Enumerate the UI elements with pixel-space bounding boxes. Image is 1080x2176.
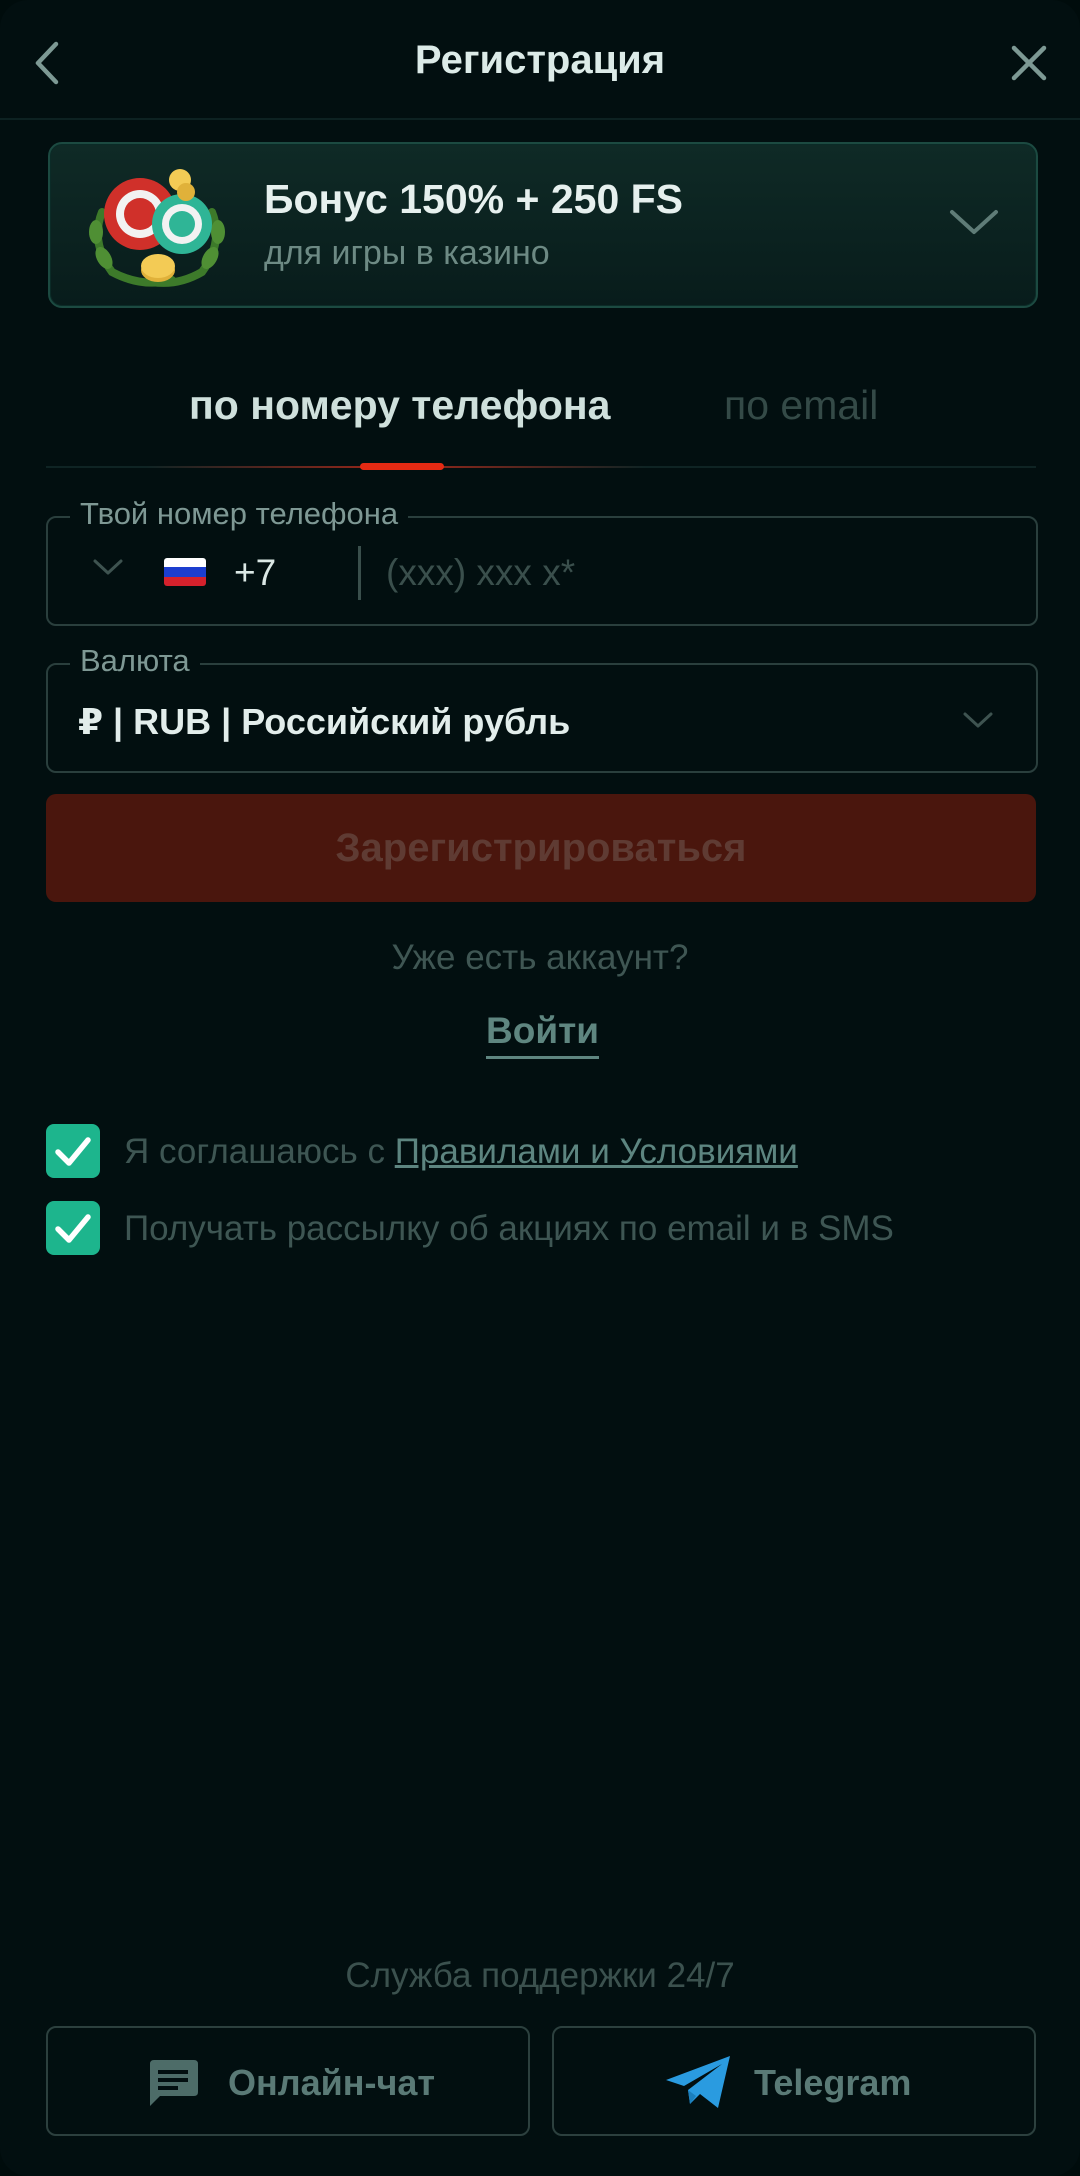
telegram-label: Telegram — [754, 2062, 912, 2103]
russia-flag-icon[interactable] — [164, 558, 206, 586]
chevron-down-icon[interactable] — [962, 709, 994, 731]
chevron-down-icon[interactable] — [92, 556, 124, 578]
page-title: Регистрация — [414, 38, 666, 82]
bonus-title: Бонус 150% + 250 FS — [264, 176, 684, 222]
currency-select[interactable]: Валюта ₽ | RUB | Российский рубль — [46, 643, 1038, 773]
newsletter-checkbox[interactable] — [46, 1201, 100, 1255]
register-button[interactable]: Зарегистрироваться — [46, 794, 1036, 902]
online-chat-label: Онлайн-чат — [228, 2062, 436, 2103]
terms-checkbox[interactable] — [46, 1124, 100, 1178]
terms-link[interactable]: Правилами и Условиями — [395, 1132, 798, 1171]
telegram-icon — [666, 2056, 730, 2108]
checkmark-icon — [55, 1137, 91, 1166]
support-title: Служба поддержки 24/7 — [345, 1956, 735, 1995]
have-account-text: Уже есть аккаунт? — [391, 938, 689, 977]
phone-field-label: Твой номер телефона — [70, 496, 409, 532]
tab-phone[interactable]: по номеру телефона — [189, 382, 610, 429]
tab-email[interactable]: по email — [724, 382, 878, 429]
registration-tabs: по номеру телефона по email — [46, 370, 1036, 470]
currency-field-label: Валюта — [70, 643, 200, 679]
bonus-selector[interactable]: Бонус 150% + 250 FS для игры в казино — [48, 142, 1038, 308]
currency-value: ₽ | RUB | Российский рубль — [78, 701, 571, 742]
phone-input[interactable] — [384, 544, 988, 602]
phone-field[interactable]: Твой номер телефона +7 — [46, 496, 1038, 626]
registration-screen: Регистрация Бонус 150% + 250 FS для игры… — [0, 0, 1080, 2176]
login-link[interactable]: Войти — [486, 1010, 599, 1059]
casino-chips-icon — [89, 169, 225, 287]
field-divider — [358, 546, 361, 600]
chat-icon — [150, 2060, 198, 2106]
active-tab-indicator — [360, 463, 444, 470]
telegram-button[interactable]: Telegram — [552, 2026, 1036, 2136]
checkmark-icon — [55, 1214, 91, 1243]
terms-text: Я соглашаюсь с Правилами и Условиями — [124, 1132, 798, 1171]
newsletter-text: Получать рассылку об акциях по email и в… — [124, 1209, 894, 1248]
header: Регистрация — [0, 0, 1080, 120]
close-icon[interactable] — [1006, 40, 1052, 86]
bonus-subtitle: для игры в казино — [264, 234, 550, 272]
chevron-down-icon[interactable] — [948, 202, 1000, 242]
country-code[interactable]: +7 — [234, 552, 276, 594]
online-chat-button[interactable]: Онлайн-чат — [46, 2026, 530, 2136]
